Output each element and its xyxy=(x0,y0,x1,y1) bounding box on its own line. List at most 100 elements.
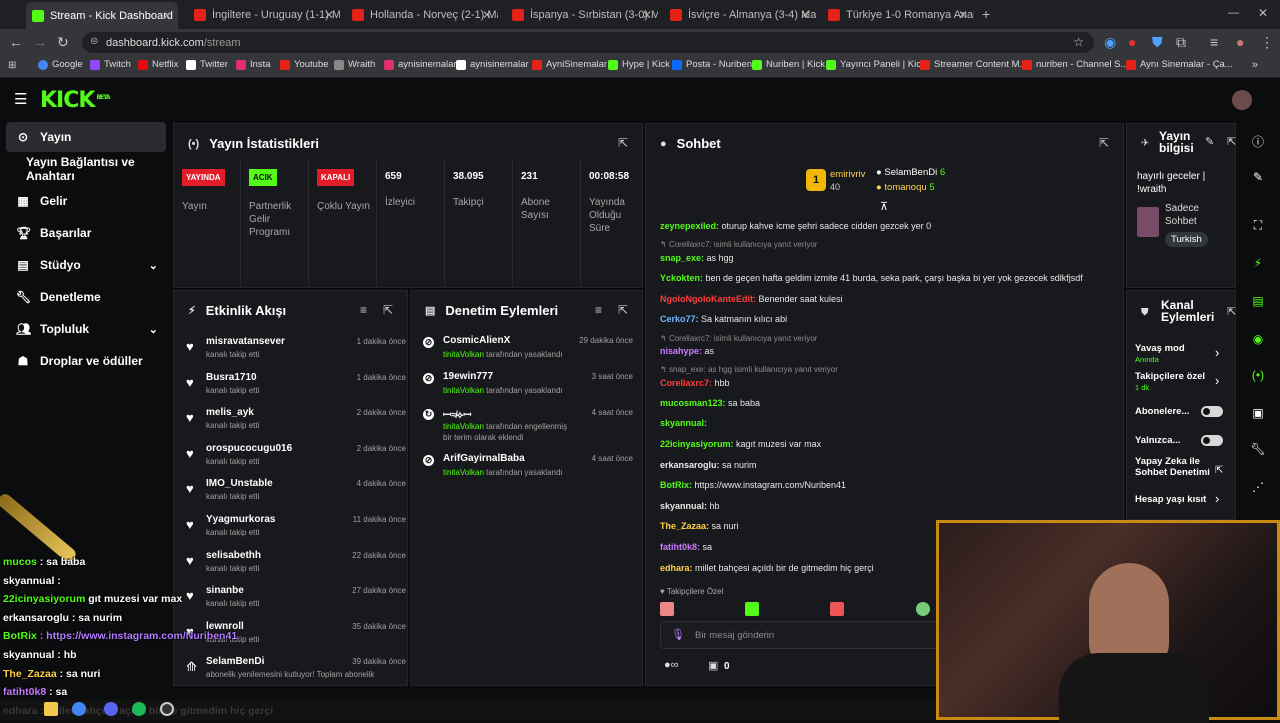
ai-moderation-row[interactable]: Yapay Zeka ile Sohbet Denetimi xyxy=(1135,456,1211,478)
chevron-right-icon[interactable]: › xyxy=(1215,345,1219,360)
followers-only-row[interactable]: Takipçilere özel 1 dk. xyxy=(1135,371,1227,393)
bookmark[interactable]: Nuriben | Kick xyxy=(752,59,825,70)
emote-only-toggle[interactable] xyxy=(1201,435,1223,446)
close-tab-icon[interactable]: ✕ xyxy=(324,8,334,22)
chat-input[interactable]: 🎙︎ Bir mesaj gönderin xyxy=(660,621,940,649)
kick-logo[interactable]: KICK BETA xyxy=(40,88,110,113)
spotify-icon[interactable] xyxy=(132,702,146,716)
wrench-icon[interactable]: 🔧︎ xyxy=(1241,432,1275,466)
bookmark[interactable]: Google xyxy=(38,59,83,70)
forward-icon[interactable]: → xyxy=(33,34,47,50)
chat-username[interactable]: erkansaroglu xyxy=(660,460,717,470)
bookmark[interactable]: AyniSinemalar xyxy=(532,59,607,70)
account-age-row[interactable]: Hesap yaşı kısıt xyxy=(1135,494,1227,505)
chat-username[interactable]: BotRix xyxy=(660,480,689,490)
extensions-puzzle-icon[interactable]: ⧉ xyxy=(1176,34,1186,51)
broadcast-icon[interactable]: (•) xyxy=(1241,358,1275,392)
mod-target[interactable]: 19ewin777 xyxy=(443,371,493,382)
browser-tab[interactable]: Stream - Kick Dashboard ✕ xyxy=(26,2,178,29)
close-tab-icon[interactable]: ✕ xyxy=(162,9,172,23)
archive-icon[interactable]: ▣ xyxy=(1241,396,1275,430)
chat-username[interactable]: The_Zazaa xyxy=(660,521,706,531)
close-tab-icon[interactable]: ✕ xyxy=(800,8,810,22)
chat-username[interactable]: skyannual xyxy=(660,501,704,511)
popout-icon[interactable]: ⇱ xyxy=(1227,305,1236,318)
filter-icon[interactable]: ≡ xyxy=(595,303,602,317)
chat-username[interactable]: Corellaxrc7 xyxy=(660,378,709,388)
popout-icon[interactable]: ⇱ xyxy=(383,303,393,317)
slow-mode-row[interactable]: Yavaş mod Anında xyxy=(1135,343,1227,365)
chat-bubble-icon[interactable]: ◉ xyxy=(1241,322,1275,356)
bookmark[interactable]: Posta - Nuriben xyxy=(672,59,752,70)
bookmark[interactable]: Hype | Kick xyxy=(608,59,670,70)
mod-target[interactable]: ꟷ≉⟡ꟷ xyxy=(443,407,471,421)
chat-username[interactable]: zeynepexiled xyxy=(660,221,716,231)
bookmark[interactable]: Youtube xyxy=(280,59,329,70)
browser-tab[interactable]: Hollanda - Norveç (2-1) Maç Ö✕ xyxy=(346,4,498,26)
fullscreen-icon[interactable]: ⛶ xyxy=(1241,208,1275,242)
extension-icon[interactable]: ⛊ xyxy=(1152,34,1163,51)
bookmark[interactable]: Streamer Content M... xyxy=(920,59,1027,70)
chat-username[interactable]: fatiht0k8 xyxy=(660,542,697,552)
sidebar-item-yayin[interactable]: ⊙ Yayın xyxy=(6,122,166,152)
window-close-icon[interactable]: ✕ xyxy=(1258,6,1268,20)
close-tab-icon[interactable]: ✕ xyxy=(642,8,652,22)
avatar[interactable] xyxy=(1232,90,1252,110)
document-icon[interactable]: ▤ xyxy=(1241,284,1275,318)
event-username[interactable]: SelamBenDi xyxy=(206,656,264,667)
emote-icon[interactable] xyxy=(660,602,674,616)
event-username[interactable]: selisabethh xyxy=(206,550,261,561)
popout-icon[interactable]: ⇱ xyxy=(618,303,628,317)
bookmark[interactable]: Yayıncı Paneli | Kick xyxy=(826,59,926,70)
folder-icon[interactable] xyxy=(44,702,58,716)
gift-icon[interactable]: ▣ xyxy=(708,659,718,672)
event-username[interactable]: misravatansever xyxy=(206,336,285,347)
sidebar-item-gelir[interactable]: ▦ Gelir xyxy=(6,186,166,216)
bookmark[interactable]: Wraith xyxy=(334,59,375,70)
browser-tab[interactable]: İspanya - Sırbistan (3-0) Maç Ö✕ xyxy=(506,4,658,26)
top-gifter-name[interactable]: emirivriv xyxy=(830,169,865,180)
reload-icon[interactable]: ↻ xyxy=(57,34,69,51)
site-info-icon[interactable]: ⊜ xyxy=(90,36,98,47)
sidebar-item-basarilar[interactable]: 🏆︎ Başarılar xyxy=(6,218,166,248)
event-username[interactable]: Yyagmurkoras xyxy=(206,514,275,525)
category-name[interactable]: Sadece Sohbet xyxy=(1165,202,1225,228)
close-tab-icon[interactable]: ✕ xyxy=(958,8,968,22)
sidebar-item-denetleme[interactable]: 🔧︎ Denetleme xyxy=(6,282,166,312)
collapse-icon[interactable]: ⊼ xyxy=(880,200,888,213)
gifter-name[interactable]: ● SelamBenDi 6 xyxy=(876,167,945,178)
chrome-icon[interactable] xyxy=(72,702,86,716)
chat-username[interactable]: Cerko77 xyxy=(660,314,696,324)
emote-icon[interactable] xyxy=(915,602,930,616)
bookmark[interactable]: Twitter xyxy=(186,59,228,70)
chevron-right-icon[interactable]: › xyxy=(1215,373,1219,388)
sidebar-item-droplar[interactable]: ☗ Droplar ve ödüller xyxy=(6,346,166,376)
bookmark[interactable]: Aynı Sinemalar - Ça... xyxy=(1126,59,1233,70)
lightning-icon[interactable]: ⚡︎ xyxy=(1241,246,1275,280)
emote-icon[interactable] xyxy=(830,602,845,616)
subscribers-only-toggle[interactable] xyxy=(1201,406,1223,417)
apps-grid-icon[interactable]: ⊞ xyxy=(8,60,16,71)
language-tag[interactable]: Turkish xyxy=(1165,232,1208,247)
browser-menu-icon[interactable]: ⋮ xyxy=(1260,34,1274,51)
popout-icon[interactable]: ⇱ xyxy=(1099,136,1109,150)
browser-tab[interactable]: İngiltere - Uruguay (1-1) Maç Ö✕ xyxy=(188,4,340,26)
filter-icon[interactable]: ≡ xyxy=(360,303,367,317)
event-username[interactable]: orospucocugu016 xyxy=(206,443,292,454)
popout-icon[interactable]: ⇱ xyxy=(618,136,628,150)
profile-icon[interactable]: ● xyxy=(1236,34,1244,50)
mod-target[interactable]: ArifGayirnalBaba xyxy=(443,453,525,464)
hamburger-menu-icon[interactable]: ☰ xyxy=(14,90,27,108)
sidebar-item-stream-key[interactable]: Yayın Bağlantısı ve Anahtarı xyxy=(6,154,174,184)
extension-icon[interactable]: ◉ xyxy=(1104,34,1116,51)
event-username[interactable]: melis_ayk xyxy=(206,407,254,418)
infinity-points-icon[interactable]: ●∞ xyxy=(664,659,679,671)
edit-icon[interactable]: ✎ xyxy=(1241,160,1275,194)
more-bookmarks-icon[interactable]: » xyxy=(1252,59,1258,71)
sidebar-item-studyo[interactable]: ▤ Stüdyo ⌄ xyxy=(6,250,166,280)
url-bar[interactable]: ⊜ dashboard.kick.com/stream ☆ xyxy=(82,32,1094,53)
popout-icon[interactable]: ⇱ xyxy=(1227,135,1236,148)
bookmark[interactable]: Twitch xyxy=(90,59,131,70)
chat-username[interactable]: mucosman123 xyxy=(660,398,723,408)
edit-icon[interactable]: ✎ xyxy=(1205,135,1214,148)
